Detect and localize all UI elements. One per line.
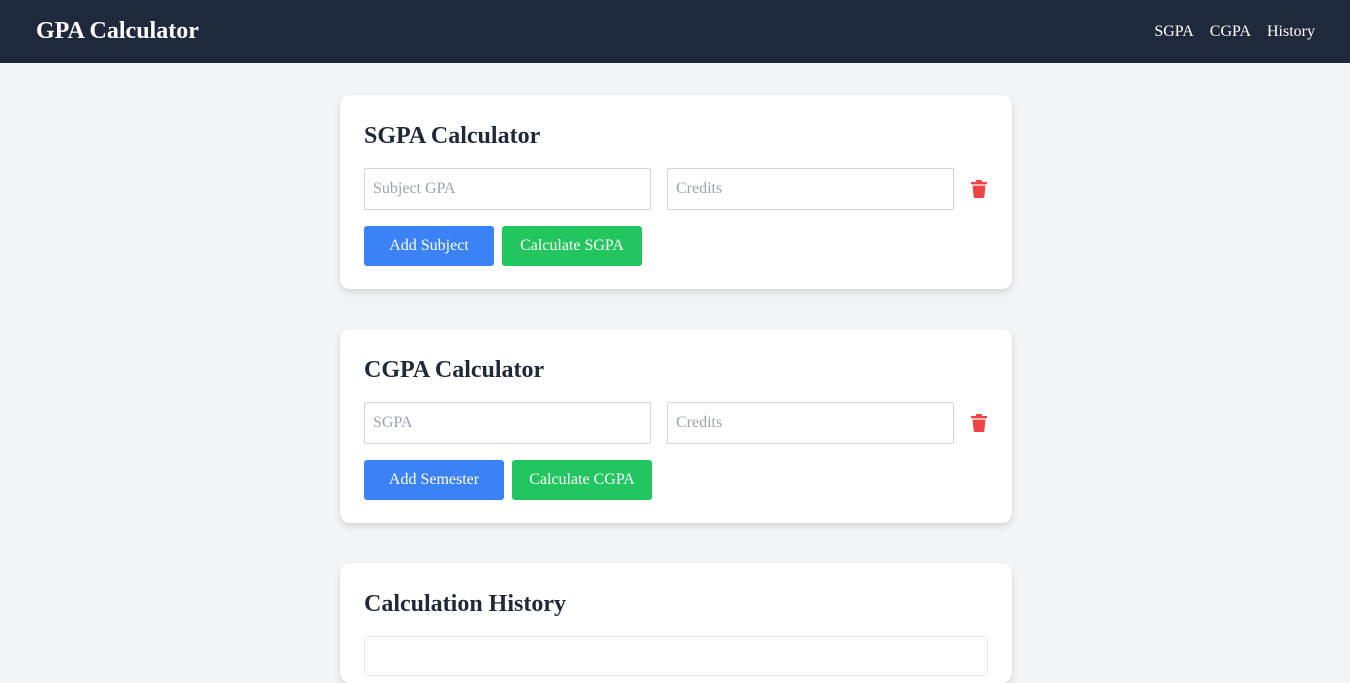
navbar: GPA Calculator SGPA CGPA History: [0, 0, 1350, 63]
history-list: [364, 636, 988, 676]
history-card: Calculation History: [340, 563, 1012, 683]
sgpa-actions: Add Subject Calculate SGPA: [364, 226, 988, 266]
cgpa-card: CGPA Calculator Add Semester Calculate C…: [340, 329, 1012, 523]
calculate-sgpa-button[interactable]: Calculate SGPA: [502, 226, 642, 266]
sgpa-card-title: SGPA Calculator: [364, 123, 541, 149]
sgpa-input[interactable]: [364, 402, 651, 444]
cgpa-semester-row: [364, 402, 988, 444]
trash-icon[interactable]: [970, 413, 988, 433]
subject-gpa-input[interactable]: [364, 168, 651, 210]
nav-link-history[interactable]: History: [1267, 23, 1315, 41]
cgpa-card-title: CGPA Calculator: [364, 357, 545, 383]
sgpa-card: SGPA Calculator Add Subject Calculate SG…: [340, 95, 1012, 289]
sgpa-subject-row: [364, 168, 988, 210]
subject-credits-input[interactable]: [667, 168, 954, 210]
cgpa-actions: Add Semester Calculate CGPA: [364, 460, 988, 500]
add-semester-button[interactable]: Add Semester: [364, 460, 504, 500]
add-subject-button[interactable]: Add Subject: [364, 226, 494, 266]
nav-link-sgpa[interactable]: SGPA: [1154, 23, 1193, 41]
brand-title[interactable]: GPA Calculator: [36, 18, 199, 45]
trash-icon[interactable]: [970, 179, 988, 199]
semester-credits-input[interactable]: [667, 402, 954, 444]
nav-links: SGPA CGPA History: [1154, 23, 1315, 41]
nav-link-cgpa[interactable]: CGPA: [1210, 23, 1251, 41]
calculate-cgpa-button[interactable]: Calculate CGPA: [512, 460, 652, 500]
history-card-title: Calculation History: [364, 591, 566, 617]
